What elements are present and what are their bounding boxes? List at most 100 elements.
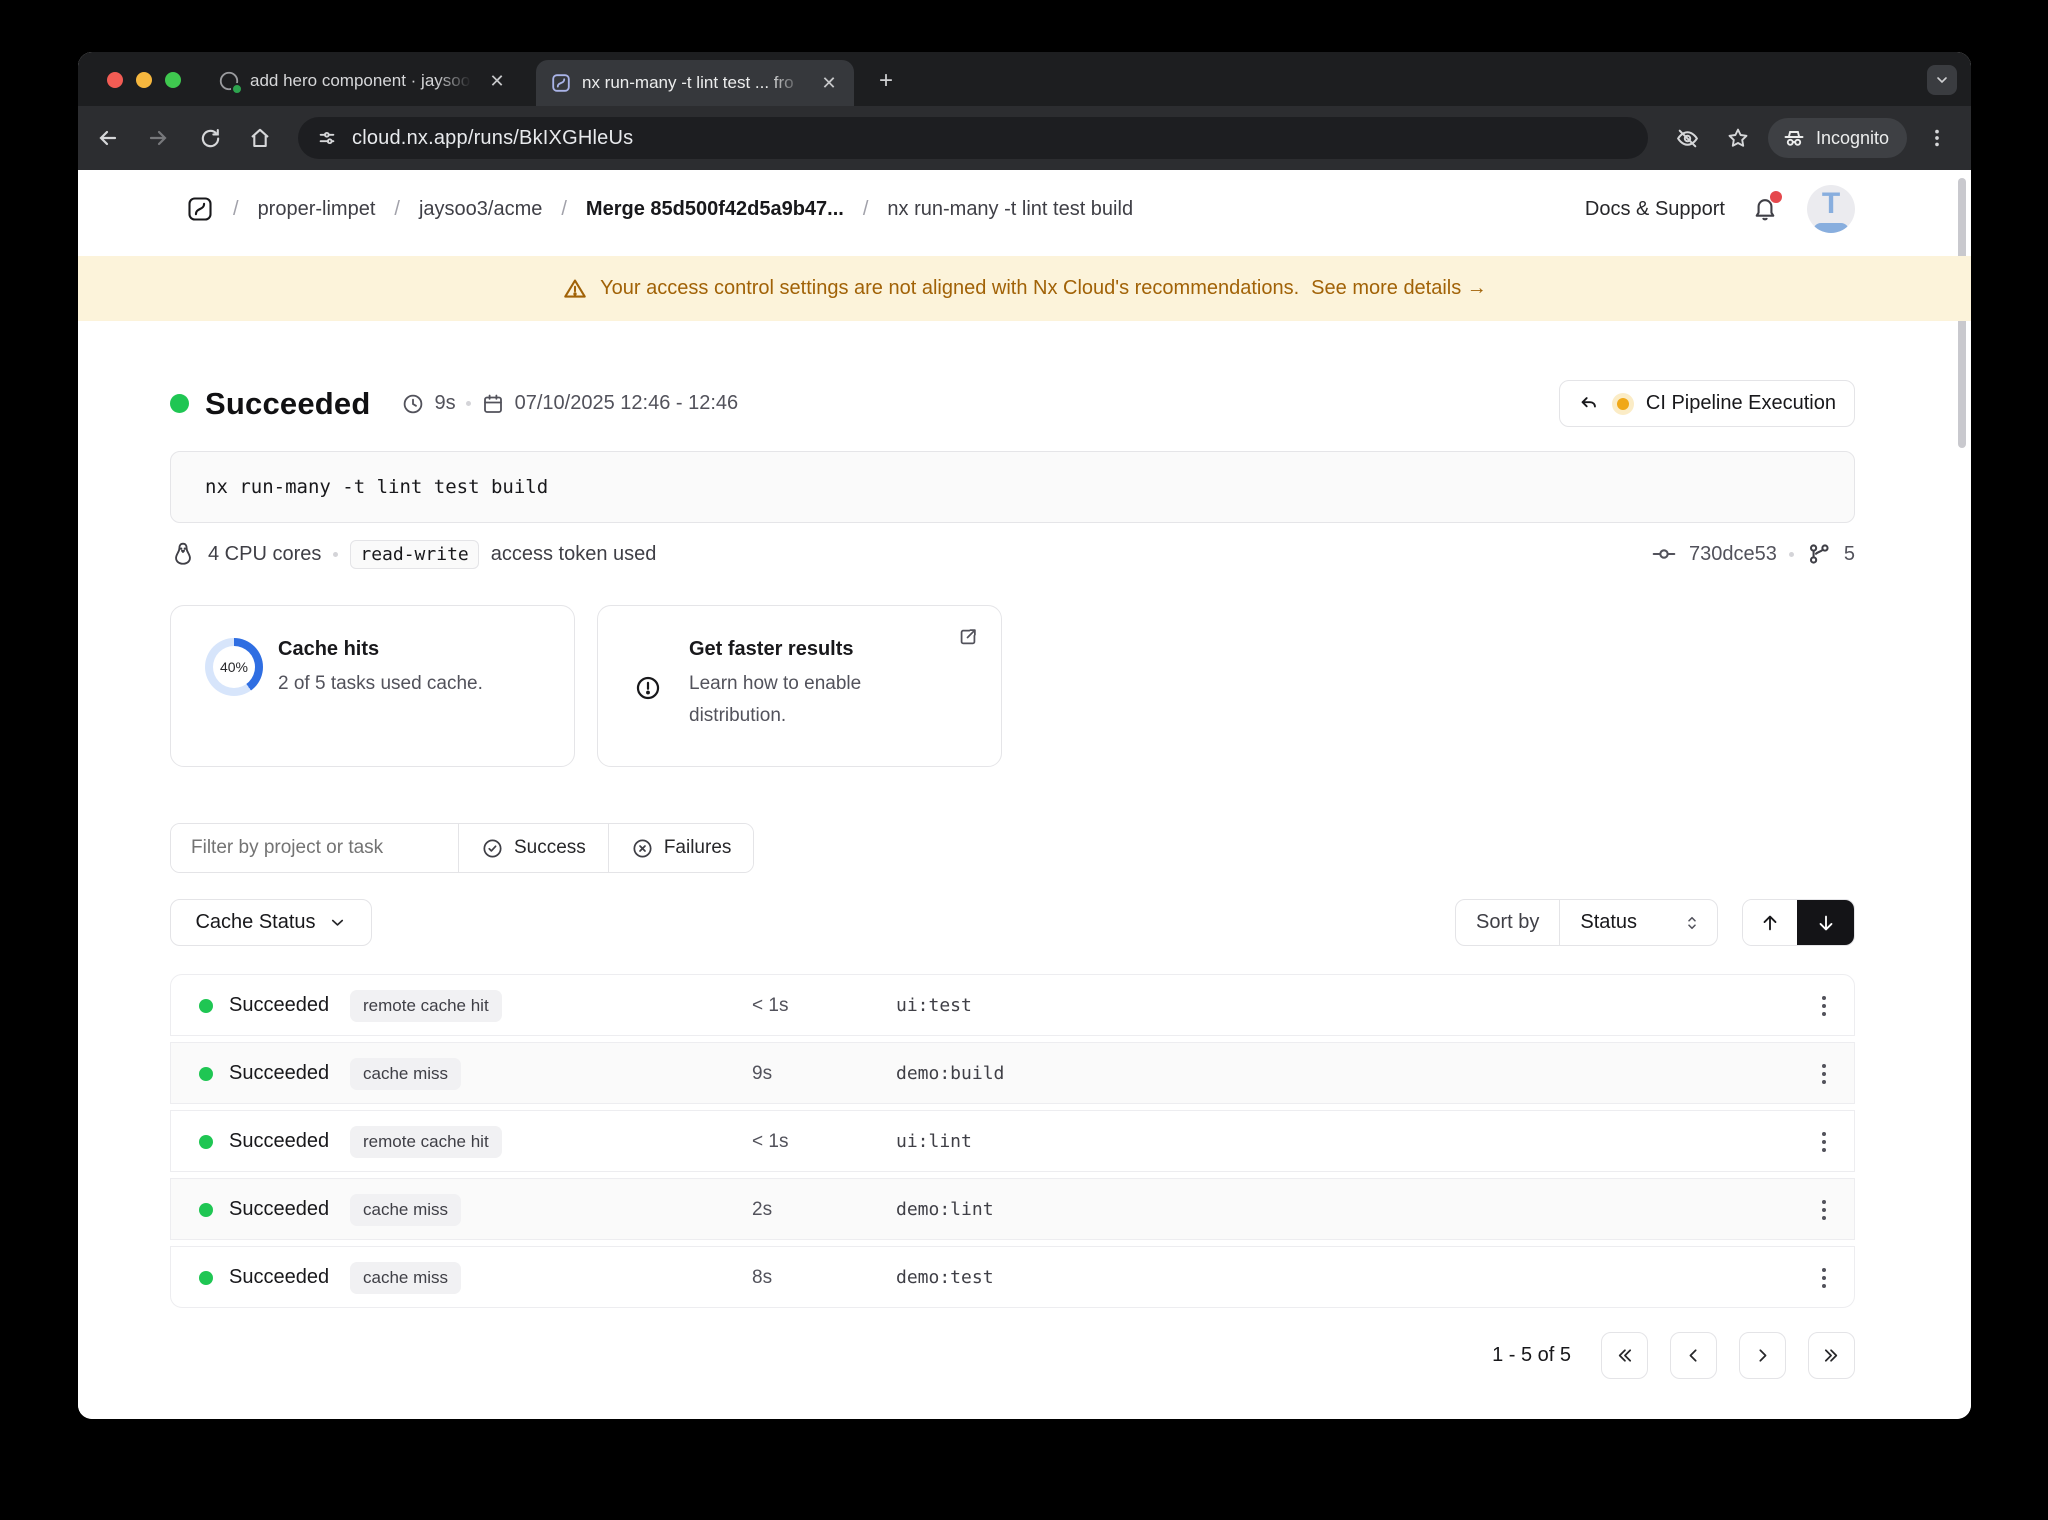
- filter-input[interactable]: [171, 824, 458, 872]
- vcs-count[interactable]: 5: [1844, 543, 1855, 566]
- dot-separator: [465, 401, 471, 406]
- card-title: Get faster results: [689, 638, 854, 660]
- table-row[interactable]: Succeeded cache miss 2s demo:lint: [170, 1178, 1855, 1240]
- task-table: Succeeded remote cache hit < 1s ui:test …: [170, 974, 1855, 1308]
- table-row[interactable]: Succeeded remote cache hit < 1s ui:lint: [170, 1110, 1855, 1172]
- commit-sha[interactable]: 730dce53: [1689, 543, 1777, 566]
- sort-by-label: Sort by: [1476, 911, 1540, 933]
- last-page-button[interactable]: [1808, 1332, 1855, 1379]
- close-icon[interactable]: ✕: [486, 70, 508, 92]
- back-button[interactable]: [88, 118, 128, 158]
- sort-select[interactable]: Status: [1559, 900, 1717, 945]
- row-menu-icon[interactable]: [1809, 1263, 1839, 1293]
- breadcrumb-commit[interactable]: Merge 85d500f42d5a9b47...: [586, 198, 844, 221]
- breadcrumb-workspace[interactable]: proper-limpet: [258, 198, 376, 221]
- row-menu-icon[interactable]: [1809, 1059, 1839, 1089]
- ci-pipeline-execution-button[interactable]: CI Pipeline Execution: [1558, 380, 1855, 427]
- tab-strip: add hero component · jaysoo ✕ nx run-man…: [78, 52, 1971, 106]
- cache-badge: cache miss: [350, 1058, 462, 1090]
- nx-cloud-page: / proper-limpet / jaysoo3/acme / Merge 8…: [78, 170, 1971, 1419]
- forward-button[interactable]: [138, 118, 178, 158]
- table-row[interactable]: Succeeded remote cache hit < 1s ui:test: [170, 974, 1855, 1036]
- run-datetime: 07/10/2025 12:46 - 12:46: [514, 392, 739, 414]
- home-button[interactable]: [240, 118, 280, 158]
- sort-ascending-button[interactable]: [1743, 900, 1798, 945]
- success-status-dot: [170, 394, 189, 413]
- first-page-button[interactable]: [1601, 1332, 1648, 1379]
- incognito-badge[interactable]: Incognito: [1767, 118, 1907, 158]
- row-menu-icon[interactable]: [1809, 991, 1839, 1021]
- breadcrumb-repo[interactable]: jaysoo3/acme: [419, 198, 542, 221]
- access-control-banner[interactable]: Your access control settings are not ali…: [78, 256, 1971, 321]
- site-info-icon[interactable]: [316, 127, 338, 149]
- access-token-text: access token used: [490, 542, 657, 565]
- previous-page-button[interactable]: [1670, 1332, 1717, 1379]
- incognito-label: Incognito: [1815, 127, 1889, 148]
- run-command: nx run-many -t lint test build: [170, 451, 1855, 523]
- cache-hit-donut-chart: 40%: [205, 638, 263, 696]
- alert-circle-icon: [634, 674, 662, 702]
- avatar[interactable]: T: [1807, 185, 1855, 233]
- browser-toolbar: cloud.nx.app/runs/BkIXGHleUs Incognito: [78, 106, 1971, 170]
- new-tab-button[interactable]: +: [872, 67, 900, 95]
- pagination: 1 - 5 of 5: [170, 1332, 1855, 1379]
- check-status-icon: [231, 83, 243, 95]
- row-task[interactable]: ui:test: [896, 995, 972, 1016]
- nx-logo-icon[interactable]: [186, 195, 214, 223]
- row-task[interactable]: demo:lint: [896, 1199, 994, 1220]
- row-task[interactable]: demo:test: [896, 1267, 994, 1288]
- tab-nx-run[interactable]: nx run-many -t lint test ... fro ✕: [536, 60, 854, 106]
- notifications-bell-icon[interactable]: [1751, 191, 1782, 224]
- get-faster-results-card[interactable]: Get faster results Learn how to enable d…: [597, 605, 1002, 767]
- sort-descending-button[interactable]: [1797, 900, 1854, 945]
- external-link-icon: [957, 626, 979, 648]
- card-title: Cache hits: [278, 638, 380, 660]
- avatar-letter: T: [1821, 187, 1841, 220]
- pipeline-label: CI Pipeline Execution: [1645, 392, 1836, 414]
- tab-search-button[interactable]: [1927, 65, 1957, 95]
- notification-dot: [1770, 191, 1782, 203]
- macos-close-button[interactable]: [107, 72, 123, 88]
- macos-zoom-button[interactable]: [165, 72, 181, 88]
- row-task[interactable]: demo:build: [896, 1063, 1004, 1084]
- macos-minimize-button[interactable]: [136, 72, 152, 88]
- success-filter-button[interactable]: Success: [458, 824, 608, 872]
- card-text-line1: Learn how to enable: [689, 673, 862, 694]
- next-page-button[interactable]: [1739, 1332, 1786, 1379]
- breadcrumb: / proper-limpet / jaysoo3/acme / Merge 8…: [186, 170, 1133, 248]
- table-row[interactable]: Succeeded cache miss 8s demo:test: [170, 1246, 1855, 1308]
- close-icon[interactable]: ✕: [818, 72, 840, 94]
- docs-support-link[interactable]: Docs & Support: [1585, 198, 1725, 221]
- banner-link[interactable]: See more details →: [1311, 277, 1487, 300]
- failures-filter-button[interactable]: Failures: [607, 824, 754, 872]
- clock-icon: [401, 392, 425, 416]
- browser-menu-icon[interactable]: [1917, 118, 1957, 158]
- row-status: Succeeded: [229, 1266, 330, 1288]
- reload-button[interactable]: [190, 118, 230, 158]
- run-meta-row: 4 CPU cores read-write access token used…: [170, 536, 1855, 572]
- screen: add hero component · jaysoo ✕ nx run-man…: [0, 0, 2048, 1520]
- dot-separator: [1788, 551, 1794, 557]
- success-status-dot: [199, 1271, 213, 1285]
- run-status: Succeeded: [205, 385, 371, 421]
- card-text-line2: distribution.: [689, 705, 787, 726]
- failures-label: Failures: [663, 837, 732, 858]
- address-bar[interactable]: cloud.nx.app/runs/BkIXGHleUs: [298, 117, 1648, 159]
- url-text[interactable]: cloud.nx.app/runs/BkIXGHleUs: [352, 127, 633, 150]
- row-status: Succeeded: [229, 994, 330, 1016]
- row-duration: 2s: [752, 1199, 773, 1220]
- bookmark-star-icon[interactable]: [1718, 118, 1758, 158]
- access-token-badge: read-write: [350, 539, 479, 569]
- eye-off-icon[interactable]: [1668, 118, 1708, 158]
- row-task[interactable]: ui:lint: [896, 1131, 972, 1152]
- tab-github-pr[interactable]: add hero component · jaysoo ✕: [218, 64, 508, 98]
- card-subtitle: 2 of 5 tasks used cache.: [278, 673, 483, 694]
- success-status-dot: [199, 1203, 213, 1217]
- row-menu-icon[interactable]: [1809, 1127, 1839, 1157]
- cache-status-dropdown[interactable]: Cache Status: [170, 899, 372, 946]
- table-row[interactable]: Succeeded cache miss 9s demo:build: [170, 1042, 1855, 1104]
- row-menu-icon[interactable]: [1809, 1195, 1839, 1225]
- breadcrumb-run[interactable]: nx run-many -t lint test build: [887, 198, 1133, 221]
- browser-window: add hero component · jaysoo ✕ nx run-man…: [78, 52, 1971, 1419]
- site-header: / proper-limpet / jaysoo3/acme / Merge 8…: [78, 170, 1971, 248]
